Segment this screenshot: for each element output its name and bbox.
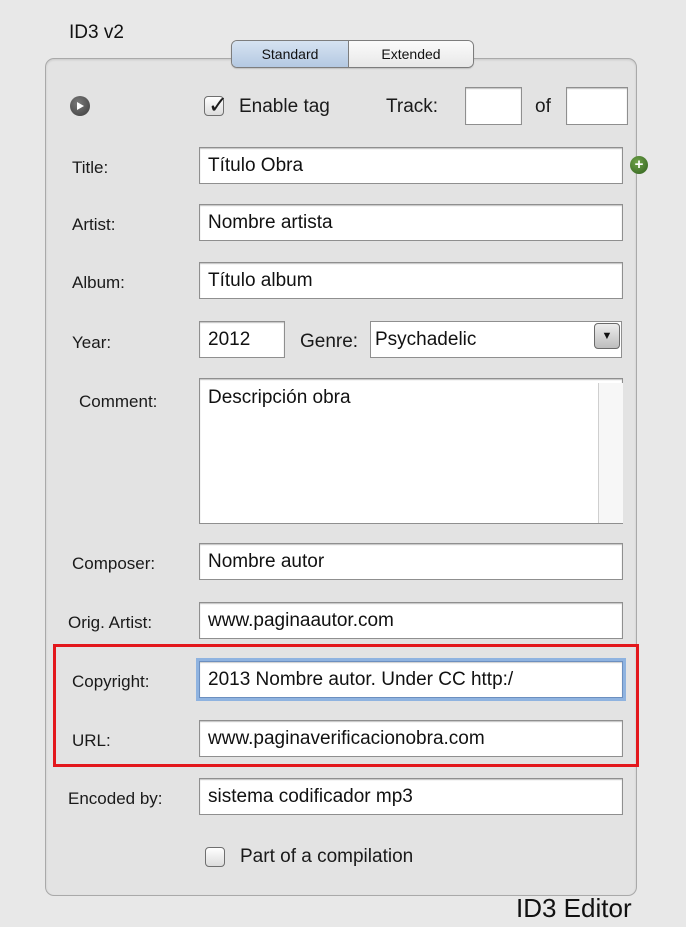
- title-field[interactable]: Título Obra: [199, 147, 623, 184]
- tab-segmented-control: Standard Extended: [231, 40, 474, 68]
- of-label: of: [535, 96, 551, 117]
- comment-label: Comment:: [79, 392, 158, 411]
- year-label: Year:: [72, 333, 112, 352]
- orig-artist-field[interactable]: www.paginaautor.com: [199, 602, 623, 639]
- enable-tag-label: Enable tag: [239, 96, 330, 117]
- album-field[interactable]: Título album: [199, 262, 623, 299]
- play-icon: [77, 102, 84, 110]
- editor-caption: ID3 Editor: [516, 893, 632, 923]
- track-label: Track:: [386, 96, 439, 117]
- artist-label: Artist:: [72, 215, 116, 234]
- compilation-label: Part of a compilation: [240, 846, 414, 867]
- genre-value: Psychadelic: [375, 328, 477, 350]
- plus-icon: +: [634, 156, 644, 173]
- tab-standard[interactable]: Standard: [232, 41, 349, 67]
- composer-label: Composer:: [72, 554, 156, 573]
- genre-select[interactable]: Psychadelic: [370, 321, 622, 358]
- composer-field[interactable]: Nombre autor: [199, 543, 623, 580]
- encoded-by-label: Encoded by:: [68, 789, 163, 808]
- dropdown-arrow-icon: ▼: [601, 330, 613, 342]
- comment-textarea[interactable]: Descripción obra: [199, 378, 623, 524]
- artist-field[interactable]: Nombre artista: [199, 204, 623, 241]
- track-total-field[interactable]: [566, 87, 628, 125]
- encoded-by-field[interactable]: sistema codificador mp3: [199, 778, 623, 815]
- checkmark-icon: ✓: [208, 92, 229, 119]
- orig-artist-label: Orig. Artist:: [68, 613, 153, 632]
- add-field-button[interactable]: +: [630, 156, 648, 174]
- title-label: Title:: [72, 158, 109, 177]
- tab-extended[interactable]: Extended: [349, 41, 473, 67]
- compilation-checkbox[interactable]: [205, 847, 225, 867]
- genre-dropdown-button[interactable]: ▼: [594, 323, 620, 349]
- genre-label: Genre:: [300, 331, 359, 352]
- play-button[interactable]: [70, 96, 90, 116]
- track-number-field[interactable]: [465, 87, 522, 125]
- enable-tag-checkbox[interactable]: ✓: [204, 92, 228, 119]
- comment-scrollbar[interactable]: [598, 383, 623, 523]
- section-title: ID3 v2: [69, 22, 124, 43]
- year-field[interactable]: 2012: [199, 321, 285, 358]
- album-label: Album:: [72, 273, 125, 292]
- highlight-box: [53, 644, 639, 767]
